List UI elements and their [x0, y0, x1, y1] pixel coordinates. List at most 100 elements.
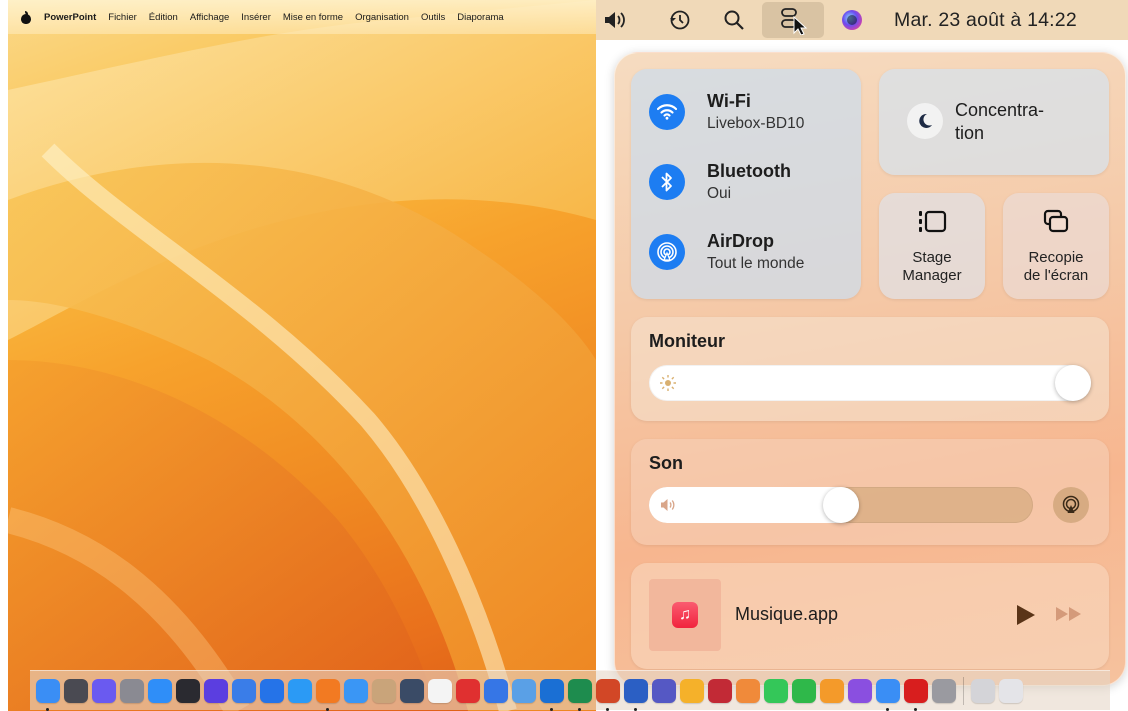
moon-icon — [907, 103, 943, 139]
launchpad-icon[interactable] — [92, 678, 116, 703]
airdrop-icon[interactable] — [649, 234, 685, 270]
album-artwork[interactable]: ♫ — [649, 579, 721, 651]
menu-diaporama[interactable]: Diaporama — [457, 12, 503, 23]
play-icon[interactable] — [1015, 603, 1037, 632]
menu-edition[interactable]: Édition — [149, 12, 178, 23]
airdrop-toggle[interactable]: AirDrop Tout le monde — [649, 231, 804, 273]
apple-menu-icon[interactable] — [20, 10, 32, 24]
now-playing-app: Musique.app — [735, 604, 839, 624]
teamviewer-icon[interactable] — [260, 678, 284, 703]
menu-organisation[interactable]: Organisation — [355, 12, 409, 23]
display-tile: Moniteur — [631, 317, 1109, 421]
screen-mirroring-icon — [1003, 207, 1109, 237]
music-note-icon: ♫ — [672, 602, 698, 628]
volume-icon[interactable] — [596, 0, 636, 40]
speaker-icon — [659, 496, 677, 514]
apple-icon[interactable] — [932, 678, 956, 703]
wifi-network-name: Livebox-BD10 — [707, 115, 805, 132]
safari-icon[interactable] — [288, 678, 312, 703]
menu-mise-en-forme[interactable]: Mise en forme — [283, 12, 343, 23]
stage-manager-icon — [879, 207, 985, 237]
brightness-slider[interactable] — [649, 365, 1091, 401]
stage-manager-label-line1: Stage — [912, 249, 952, 266]
quicktime-icon[interactable] — [400, 678, 424, 703]
sound-title: Son — [649, 453, 683, 473]
siri-icon[interactable] — [832, 0, 872, 40]
system-settings-icon[interactable] — [120, 678, 144, 703]
sound-tile: Son — [631, 439, 1109, 545]
bluetooth-toggle[interactable]: Bluetooth Oui — [649, 161, 791, 203]
control-center-panel: Wi-Fi Livebox-BD10 Bluetooth Oui AirDrop… — [614, 52, 1126, 686]
now-playing-tile: ♫ Musique.app — [631, 563, 1109, 669]
finder-icon[interactable] — [36, 678, 60, 711]
books-icon[interactable] — [820, 678, 844, 703]
volume-slider-knob[interactable] — [823, 487, 859, 523]
menu-outils[interactable]: Outils — [421, 12, 445, 23]
app-store-icon[interactable] — [148, 678, 172, 703]
pencil-icon[interactable] — [680, 678, 704, 703]
screen-mirroring-label: Recopie de l'écran — [1003, 249, 1109, 285]
menu-fichier[interactable]: Fichier — [108, 12, 137, 23]
display-title: Moniteur — [649, 331, 725, 351]
wifi-icon[interactable] — [649, 94, 685, 130]
photo-booth-icon[interactable] — [708, 678, 732, 703]
powerpoint-icon[interactable] — [596, 678, 620, 711]
preview-icon[interactable] — [512, 678, 536, 703]
stage-manager-label: Stage Manager — [879, 249, 985, 285]
wallpaper-waves — [8, 0, 596, 711]
focus-label-line1: Concentra- — [955, 100, 1045, 120]
bluetooth-icon[interactable] — [649, 164, 685, 200]
spotlight-search-icon[interactable] — [714, 0, 754, 40]
facetime-icon[interactable] — [792, 678, 816, 703]
screenshot-icon[interactable] — [64, 678, 88, 703]
brightness-slider-knob[interactable] — [1055, 365, 1091, 401]
airdrop-title: AirDrop — [707, 231, 774, 251]
airplay-audio-icon[interactable] — [1053, 487, 1089, 523]
fast-forward-icon[interactable] — [1055, 605, 1083, 628]
word-icon[interactable] — [624, 678, 648, 711]
contacts-icon[interactable] — [372, 678, 396, 703]
stage-manager-button[interactable]: Stage Manager — [879, 193, 985, 299]
menu-affichage[interactable]: Affichage — [190, 12, 229, 23]
podcast-icon[interactable] — [848, 678, 872, 703]
messages-icon[interactable] — [764, 678, 788, 703]
photos-icon[interactable] — [736, 678, 760, 703]
keynote-like-icon[interactable] — [484, 678, 508, 703]
focus-label: Concentra- tion — [955, 99, 1095, 145]
airdrop-visibility: Tout le monde — [707, 255, 805, 272]
wifi-toggle[interactable]: Wi-Fi Livebox-BD10 — [649, 91, 804, 133]
outlook-icon[interactable] — [540, 678, 564, 711]
trash-icon[interactable] — [999, 678, 1023, 703]
bluetooth-status: Oui — [707, 185, 732, 202]
volume-slider[interactable] — [649, 487, 1033, 523]
screen-mirroring-label-line1: Recopie — [1028, 249, 1084, 266]
menu-inserer[interactable]: Insérer — [241, 12, 271, 23]
chrome-like-icon[interactable] — [232, 678, 256, 703]
calendar-icon[interactable] — [428, 678, 452, 703]
excel-icon[interactable] — [568, 678, 592, 711]
firefox-icon[interactable] — [316, 678, 340, 711]
toolbox-icon[interactable] — [456, 678, 480, 703]
acrobat-icon[interactable] — [904, 678, 928, 711]
screen: PowerPoint Fichier Édition Affichage Ins… — [0, 0, 1128, 711]
mail-icon[interactable] — [344, 678, 368, 703]
sun-icon — [659, 374, 677, 392]
downloads-stack-icon[interactable] — [971, 678, 995, 703]
menu-app-name[interactable]: PowerPoint — [44, 12, 96, 23]
imovie-icon[interactable] — [204, 678, 228, 703]
focus-tile[interactable]: Concentra- tion — [879, 69, 1109, 175]
teams-icon[interactable] — [652, 678, 676, 703]
dock-separator — [963, 676, 964, 705]
menu-bar-clock[interactable]: Mar. 23 août à 14:22 — [894, 9, 1077, 32]
network-tile: Wi-Fi Livebox-BD10 Bluetooth Oui AirDrop… — [631, 69, 861, 299]
bluetooth-title: Bluetooth — [707, 161, 791, 181]
wifi-title: Wi-Fi — [707, 91, 751, 111]
activity-monitor-icon[interactable] — [176, 678, 200, 703]
time-machine-icon[interactable] — [660, 0, 700, 40]
screen-mirroring-button[interactable]: Recopie de l'écran — [1003, 193, 1109, 299]
control-center-icon[interactable] — [762, 2, 824, 38]
icloud-icon[interactable] — [876, 678, 900, 711]
focus-label-line2: tion — [955, 123, 985, 143]
desktop-wallpaper: PowerPoint Fichier Édition Affichage Ins… — [8, 0, 596, 711]
menu-bar-left: PowerPoint Fichier Édition Affichage Ins… — [8, 0, 596, 34]
